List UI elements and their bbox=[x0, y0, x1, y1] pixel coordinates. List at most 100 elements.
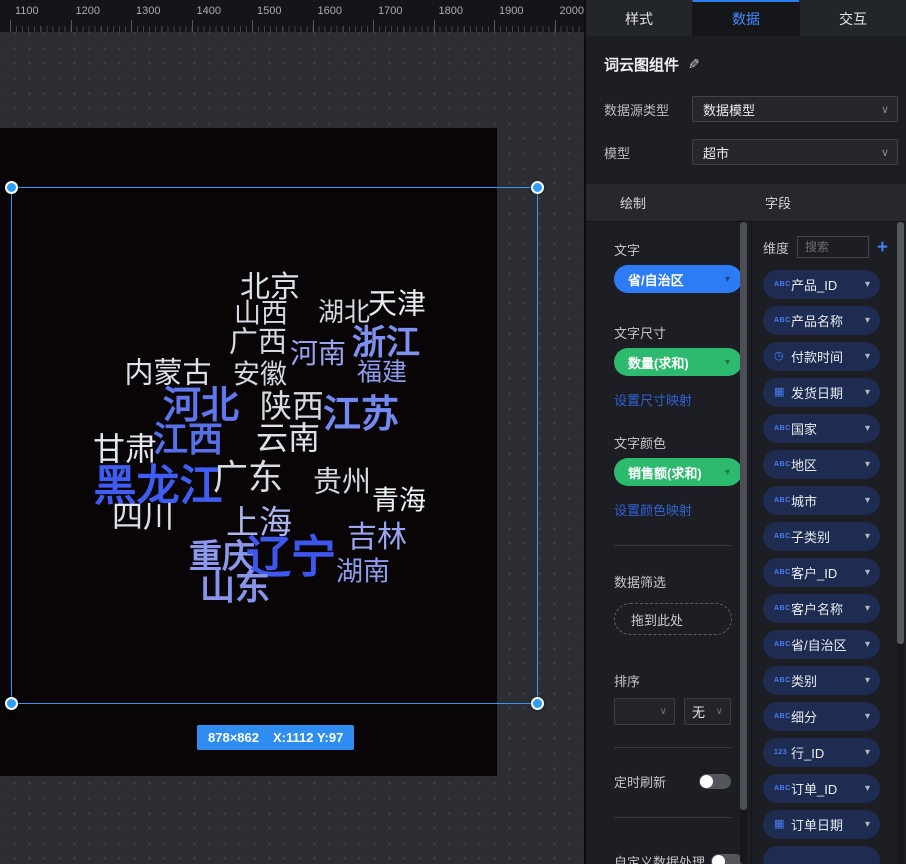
field-label: 地区 bbox=[791, 455, 817, 474]
field-label: 产品名称 bbox=[791, 311, 843, 330]
sort-label: 排序 bbox=[614, 671, 731, 690]
custom-processing-row: 自定义数据处理 bbox=[614, 852, 731, 864]
resize-handle-top-right[interactable] bbox=[531, 181, 544, 194]
text-field-icon: ABC bbox=[774, 677, 791, 684]
filter-drop-zone[interactable]: 拖到此处 bbox=[614, 603, 732, 635]
field-pill-订单_ID[interactable]: ABC订单_ID ▾ bbox=[763, 774, 880, 803]
tab-style[interactable]: 样式 bbox=[586, 0, 692, 36]
text-field-icon: ABC bbox=[774, 713, 791, 720]
ruler-tick-1100: 1100 bbox=[10, 0, 71, 32]
divider bbox=[614, 545, 731, 546]
field-search-input[interactable] bbox=[805, 240, 865, 254]
field-pill-细分[interactable]: ABC细分▾ bbox=[763, 702, 880, 731]
chevron-down-icon: ∨ bbox=[716, 706, 723, 717]
edit-title-icon[interactable]: ✎ bbox=[688, 56, 700, 73]
chevron-down-icon: ∨ bbox=[881, 103, 889, 116]
chevron-down-icon: ▾ bbox=[865, 747, 870, 758]
resize-handle-bottom-left[interactable] bbox=[5, 697, 18, 710]
chevron-down-icon: ▾ bbox=[865, 783, 870, 794]
chevron-down-icon: ▾ bbox=[865, 315, 870, 326]
size-value: 878×862 bbox=[208, 730, 259, 745]
panel-head: 词云图组件 ✎ 数据源类型 数据模型 ∨ 模型 超市 ∨ bbox=[586, 36, 906, 165]
field-pill-国家[interactable]: ABC国家 ▾ bbox=[763, 414, 880, 443]
fields-column-scrollbar[interactable] bbox=[897, 222, 904, 864]
field-pill-发货日期[interactable]: ▦发货日期▾ bbox=[763, 378, 880, 407]
chevron-down-icon: ▾ bbox=[865, 423, 870, 434]
custom-processing-label: 自定义数据处理 bbox=[614, 852, 705, 864]
chevron-down-icon: ▾ bbox=[725, 467, 730, 478]
datasource-type-select[interactable]: 数据模型 ∨ bbox=[692, 96, 898, 122]
field-pill-产品名称[interactable]: ABC产品名称▾ bbox=[763, 306, 880, 335]
text-field-icon: ABC bbox=[774, 785, 791, 792]
field-pill-行_ID[interactable]: 123行_ID ▾ bbox=[763, 738, 880, 767]
resize-handle-top-left[interactable] bbox=[5, 181, 18, 194]
clock-icon: ◷ bbox=[774, 351, 791, 362]
chevron-down-icon: ▾ bbox=[865, 495, 870, 506]
field-label: 发货日期 bbox=[791, 383, 843, 402]
timed-refresh-label: 定时刷新 bbox=[614, 772, 666, 791]
tab-data[interactable]: 数据 bbox=[692, 0, 799, 36]
field-pill-省/自治区[interactable]: ABC省/自治区▾ bbox=[763, 630, 880, 659]
model-value: 超市 bbox=[703, 143, 729, 162]
text-color-pill[interactable]: 销售额(求和) ▾ bbox=[614, 458, 742, 486]
text-field-icon: ABC bbox=[774, 641, 791, 648]
position-value: X:1112 Y:97 bbox=[273, 730, 343, 745]
text-field-icon: ABC bbox=[774, 461, 791, 468]
resize-handle-bottom-right[interactable] bbox=[531, 697, 544, 710]
chevron-down-icon: ▾ bbox=[865, 387, 870, 398]
chevron-down-icon: ∨ bbox=[660, 706, 667, 717]
divider bbox=[614, 817, 731, 818]
chevron-down-icon: ▾ bbox=[865, 279, 870, 290]
field-pill-城市[interactable]: ABC城市▾ bbox=[763, 486, 880, 515]
datasource-type-value: 数据模型 bbox=[703, 100, 755, 119]
sort-field-select[interactable]: ∨ bbox=[614, 698, 675, 725]
text-dimension-pill[interactable]: 省/自治区 ▾ bbox=[614, 265, 742, 293]
text-size-pill[interactable]: 数量(求和) ▾ bbox=[614, 348, 742, 376]
ruler-tick-1600: 1600 bbox=[313, 0, 374, 32]
field-pill-订单日期[interactable]: ▦订单日期▾ bbox=[763, 810, 880, 839]
subtab-fields[interactable]: 字段 bbox=[752, 193, 791, 212]
sort-order-select[interactable]: 无 ∨ bbox=[684, 698, 731, 725]
field-label: 产品_ID bbox=[791, 275, 837, 294]
field-pill-付款时间[interactable]: ◷付款时间▾ bbox=[763, 342, 880, 371]
design-workspace[interactable]: 1100120013001400150016001700180019002000… bbox=[0, 0, 586, 864]
size-mapping-link[interactable]: 设置尺寸映射 bbox=[614, 390, 731, 409]
chevron-down-icon: ▾ bbox=[865, 639, 870, 650]
field-label: 子类别 bbox=[791, 527, 830, 546]
ruler-tick-1700: 1700 bbox=[373, 0, 434, 32]
field-label: 国家 bbox=[791, 419, 817, 438]
ruler-tick-2000: 2000 bbox=[555, 0, 587, 32]
text-field-icon: ABC bbox=[774, 425, 791, 432]
text-color-label: 文字颜色 bbox=[614, 433, 731, 452]
color-mapping-link[interactable]: 设置颜色映射 bbox=[614, 500, 731, 519]
draw-column-scrollbar[interactable] bbox=[740, 222, 747, 864]
field-label: 订单_ID bbox=[791, 779, 837, 798]
chevron-down-icon: ▾ bbox=[865, 675, 870, 686]
number-field-icon: 123 bbox=[774, 749, 791, 756]
datasource-type-label: 数据源类型 bbox=[604, 100, 692, 119]
settings-panel: 样式 数据 交互 词云图组件 ✎ 数据源类型 数据模型 ∨ 模型 超市 ∨ bbox=[586, 0, 906, 864]
fields-column: 维度 + ABC产品_ID▾ABC产品名称▾◷付款时间▾▦发货日期▾ABC国家▾… bbox=[752, 222, 906, 864]
add-field-icon[interactable]: + bbox=[877, 238, 888, 257]
tab-interaction[interactable]: 交互 bbox=[799, 0, 906, 36]
model-select[interactable]: 超市 ∨ bbox=[692, 139, 898, 165]
field-pill-地区[interactable]: ABC地区 ▾ bbox=[763, 450, 880, 479]
field-label: 行_ID bbox=[791, 743, 824, 762]
field-pill-子类别[interactable]: ABC子类别▾ bbox=[763, 522, 880, 551]
dimension-label: 维度 bbox=[763, 238, 797, 257]
chevron-down-icon: ▾ bbox=[865, 459, 870, 470]
refresh-row: 定时刷新 bbox=[614, 772, 731, 791]
timed-refresh-toggle[interactable] bbox=[699, 774, 731, 789]
custom-processing-toggle[interactable] bbox=[711, 854, 743, 864]
field-pill-类别[interactable]: ABC类别▾ bbox=[763, 666, 880, 695]
field-pill-客户_ID[interactable]: ABC客户_ID▾ bbox=[763, 558, 880, 587]
field-pill-客户名称[interactable]: ABC客户名称▾ bbox=[763, 594, 880, 623]
field-search-box[interactable] bbox=[797, 236, 869, 258]
subtab-draw[interactable]: 绘制 bbox=[586, 193, 752, 212]
ruler-tick-1400: 1400 bbox=[192, 0, 253, 32]
field-pill-产品_ID[interactable]: ABC产品_ID▾ bbox=[763, 270, 880, 299]
horizontal-ruler: 1100120013001400150016001700180019002000 bbox=[0, 0, 586, 32]
text-size-label: 文字尺寸 bbox=[614, 323, 731, 342]
field-pill[interactable] bbox=[763, 846, 880, 864]
text-field-icon: ABC bbox=[774, 533, 791, 540]
